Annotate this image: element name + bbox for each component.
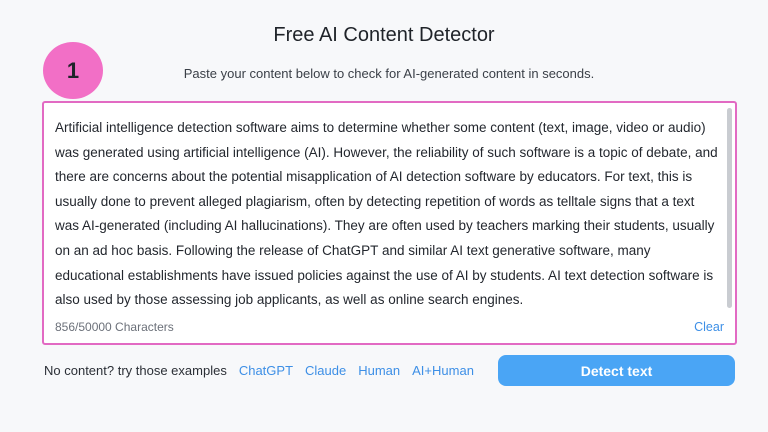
content-editor-frame: Artificial intelligence detection softwa… xyxy=(42,101,737,345)
detect-text-button[interactable]: Detect text xyxy=(498,355,735,386)
examples-row: No content? try those examples ChatGPT C… xyxy=(44,363,486,378)
page-title: Free AI Content Detector xyxy=(273,24,495,46)
example-link-chatgpt[interactable]: ChatGPT xyxy=(239,363,293,378)
step-number-badge: 1 xyxy=(43,42,103,99)
clear-button[interactable]: Clear xyxy=(694,320,724,334)
example-link-claude[interactable]: Claude xyxy=(305,363,346,378)
example-link-human[interactable]: Human xyxy=(358,363,400,378)
editor-scrollbar[interactable] xyxy=(727,108,732,308)
example-link-ai-human[interactable]: AI+Human xyxy=(412,363,474,378)
page-subtitle: Paste your content below to check for AI… xyxy=(183,66,595,81)
character-count: 856/50000 Characters xyxy=(55,320,174,334)
content-textarea[interactable]: Artificial intelligence detection softwa… xyxy=(45,104,734,342)
examples-label: No content? try those examples xyxy=(44,363,227,378)
editor-scrollbar-thumb[interactable] xyxy=(727,108,732,308)
content-text[interactable]: Artificial intelligence detection softwa… xyxy=(55,116,719,313)
